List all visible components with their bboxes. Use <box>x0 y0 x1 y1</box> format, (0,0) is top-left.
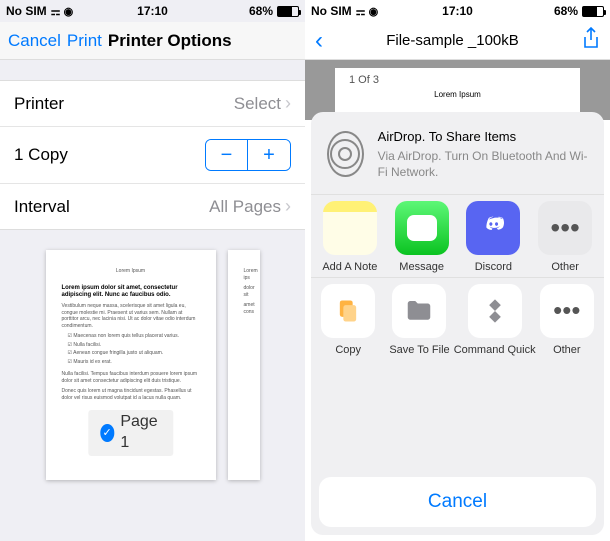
airdrop-text: AirDrop. To Share Items Via AirDrop. Tur… <box>378 128 588 180</box>
action-label: Save To File <box>389 344 449 356</box>
messages-icon <box>395 201 449 255</box>
share-app-notes[interactable]: Add A Note <box>321 201 379 273</box>
status-bar: No SIM ⚎ ◉ 17:10 68% <box>305 0 610 22</box>
action-other[interactable]: ••• Other <box>540 284 594 356</box>
back-button[interactable]: ‹ <box>315 27 323 55</box>
share-sheet-screen: No SIM ⚎ ◉ 17:10 68% ‹ File-sample _100k… <box>305 0 610 541</box>
app-label: Discord <box>475 261 512 273</box>
share-apps-row: Add A Note Message Discord ••• Other <box>311 194 604 277</box>
document-preview: 1 Of 3 Lorem Ipsum <box>305 60 610 120</box>
folder-icon <box>392 284 446 338</box>
clock: 17:10 <box>137 4 168 18</box>
share-icon <box>582 27 600 49</box>
more-icon: ••• <box>540 284 594 338</box>
app-label: Message <box>399 261 444 273</box>
airdrop-title: AirDrop. To Share Items <box>378 128 588 146</box>
battery-percent: 68% <box>249 4 273 18</box>
stepper-plus-button[interactable]: + <box>248 140 290 170</box>
clock: 17:10 <box>442 4 473 18</box>
share-app-message[interactable]: Message <box>393 201 451 273</box>
page-thumbnail-1[interactable]: Lorem Ipsum Lorem ipsum dolor sit amet, … <box>46 250 216 480</box>
action-command-quick[interactable]: Command Quick <box>464 284 526 356</box>
battery-percent: 68% <box>554 4 578 18</box>
action-label: Other <box>553 344 581 356</box>
print-button[interactable]: Print <box>67 31 102 51</box>
page-preview-area: Lorem Ipsum Lorem ipsum dolor sit amet, … <box>0 230 305 500</box>
action-save-to-file[interactable]: Save To File <box>389 284 449 356</box>
page-label-badge: ✓ Page 1 <box>88 410 173 456</box>
print-options-screen: No SIM ⚎ ◉ 17:10 68% Cancel Print Printe… <box>0 0 305 541</box>
share-button[interactable] <box>582 27 600 54</box>
navbar: Cancel Print Printer Options <box>0 22 305 60</box>
chevron-right-icon: › <box>285 196 291 217</box>
cancel-button[interactable]: Cancel <box>8 31 61 51</box>
notes-icon <box>323 201 377 255</box>
battery-icon <box>277 6 299 17</box>
page-number-label: Page 1 <box>120 412 161 454</box>
app-label: Other <box>551 261 579 273</box>
copy-icon <box>321 284 375 338</box>
copies-value: 1 Copy <box>14 145 68 165</box>
wifi-icon: ⚎ ◉ <box>51 5 74 18</box>
page-thumbnail-2[interactable]: Lorem ipsdolor sitamet cons <box>228 250 260 480</box>
copies-row: 1 Copy − + <box>0 127 305 184</box>
share-app-other[interactable]: ••• Other <box>536 201 594 273</box>
carrier-label: No SIM <box>6 4 47 18</box>
thumb-header: Lorem Ipsum <box>62 268 200 275</box>
interval-row[interactable]: Interval All Pages › <box>0 184 305 229</box>
copies-stepper: − + <box>205 139 291 171</box>
share-sheet: AirDrop. To Share Items Via AirDrop. Tur… <box>311 112 604 535</box>
page-counter: 1 Of 3 <box>349 74 566 86</box>
action-label: Command Quick <box>454 344 536 356</box>
printer-value: Select <box>234 94 281 114</box>
cancel-button[interactable]: Cancel <box>319 477 596 527</box>
battery-icon <box>582 6 604 17</box>
interval-value: All Pages <box>209 197 281 217</box>
doc-header: Lorem Ipsum <box>349 90 566 99</box>
nav-title: Printer Options <box>108 31 232 51</box>
interval-label: Interval <box>14 197 70 217</box>
stepper-minus-button[interactable]: − <box>206 140 248 170</box>
wifi-icon: ⚎ ◉ <box>356 5 379 18</box>
share-app-discord[interactable]: Discord <box>465 201 523 273</box>
carrier-label: No SIM <box>311 4 352 18</box>
action-copy[interactable]: Copy <box>321 284 375 356</box>
printer-settings: Printer Select › 1 Copy − + Interval All… <box>0 80 305 230</box>
airdrop-subtitle: Via AirDrop. Turn On Bluetooth And Wi-Fi… <box>378 148 588 180</box>
chevron-right-icon: › <box>285 93 291 114</box>
check-icon: ✓ <box>100 424 115 442</box>
more-icon: ••• <box>538 201 592 255</box>
share-actions-row: Copy Save To File Command Quick ••• Othe… <box>311 277 604 360</box>
status-bar: No SIM ⚎ ◉ 17:10 68% <box>0 0 305 22</box>
printer-row[interactable]: Printer Select › <box>0 81 305 127</box>
printer-label: Printer <box>14 94 64 114</box>
discord-icon <box>466 201 520 255</box>
file-title: File-sample _100kB <box>386 32 519 49</box>
action-label: Copy <box>335 344 361 356</box>
shortcuts-icon <box>468 284 522 338</box>
navbar: ‹ File-sample _100kB <box>305 22 610 60</box>
app-label: Add A Note <box>322 261 377 273</box>
airdrop-icon <box>327 131 364 177</box>
airdrop-row[interactable]: AirDrop. To Share Items Via AirDrop. Tur… <box>311 112 604 194</box>
